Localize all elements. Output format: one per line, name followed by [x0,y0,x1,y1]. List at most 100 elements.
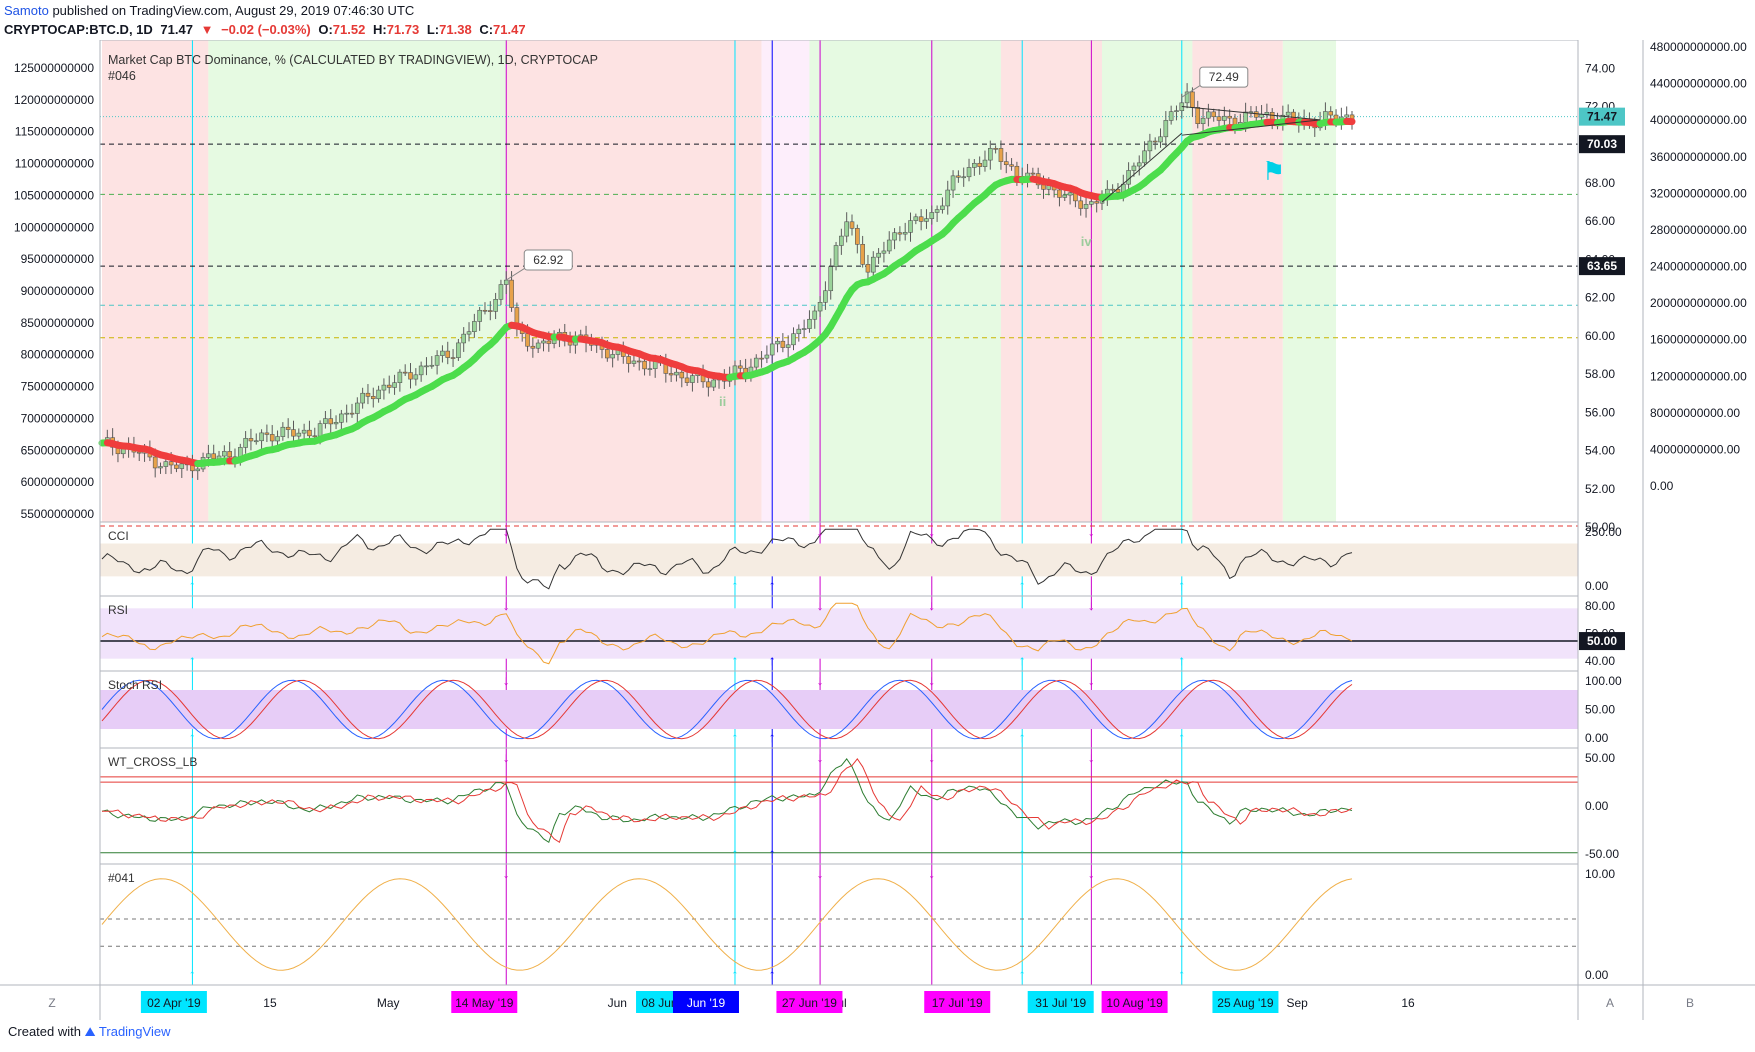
left-axis-tick: 80000000000 [21,348,95,362]
candle-body [711,379,717,388]
time-axis-tick: Jun [608,996,627,1010]
candle-body [918,216,924,222]
regime-zone-6 [1102,40,1193,522]
candle-body [408,372,413,380]
candle-body [886,239,892,252]
publisher-name[interactable]: Samoto [4,3,49,18]
candle-body [152,456,158,469]
candle-body [860,244,865,265]
right-axis-tick: 0.00 [1650,479,1674,493]
candle-body [525,333,530,347]
chart-subtitle: #046 [108,69,136,83]
candle-body [1142,150,1147,164]
candle-body [636,360,642,363]
open-value: 71.52 [332,22,366,37]
candle-body [344,412,349,415]
candle-body [1211,111,1217,118]
candle-body [1269,111,1275,120]
candle-body [285,426,291,430]
pane-title: WT_CROSS_LB [108,755,197,769]
chart-canvas[interactable]: Market Cap BTC Dominance, % (CALCULATED … [0,40,1755,1020]
log-scale-button[interactable]: B [1686,996,1694,1010]
candle-body [259,432,264,442]
price-axis-tick: 58.00 [1585,367,1615,381]
tradingview-link[interactable]: TradingView [99,1024,171,1039]
candle-body [934,209,940,213]
down-arrow-icon: ↓ [928,749,935,765]
right-axis-tick: 200000000000.00 [1650,296,1747,310]
pane-axis-tick: 100.00 [1585,674,1622,688]
date-marker-label: 27 Jun '19 [782,996,837,1010]
candle-body [881,250,887,254]
symbol-label[interactable]: CRYPTOCAP:BTC.D, 1D [4,22,153,37]
candle-body [674,371,679,376]
candle-body [456,342,461,358]
time-axis-tick: 16 [1401,996,1415,1010]
candle-body [253,440,259,443]
candle-body [982,159,988,167]
high-value: 71.73 [386,22,420,37]
candle-body [785,344,791,348]
left-axis-tick: 120000000000 [14,93,94,107]
candle-body [684,377,690,383]
down-arrow-icon: ↓ [1088,597,1095,613]
up-arrow-icon: ↑ [189,845,196,861]
candle-body [849,221,855,229]
candle-body [275,436,280,442]
candle-body [764,354,770,359]
candle-body [897,232,903,235]
candle-body [929,212,935,219]
callout-value: 72.49 [1209,70,1239,84]
candle-body [333,422,339,425]
candle-body [243,438,248,448]
candle-body [812,310,818,320]
candle-body [1253,111,1259,118]
candle-body [546,340,552,344]
candle-body [855,228,860,245]
candle-body [312,435,318,438]
down-arrow-icon: ↓ [1088,749,1095,765]
price-axis-tick: 54.00 [1585,444,1615,458]
candle-body [429,364,435,367]
candle-body [450,357,456,359]
up-arrow-icon: ↑ [1178,652,1185,668]
zoom-button[interactable]: Z [48,996,55,1010]
candle-body [865,264,871,273]
auto-scale-button[interactable]: A [1606,996,1614,1010]
date-marker-label: 02 Apr '19 [147,996,201,1010]
candle-body [317,423,323,437]
candle-body [780,340,786,348]
candle-body [461,333,467,344]
high-label: H: [372,22,387,37]
rsi-badge-text: 50.00 [1587,634,1617,648]
pane-axis-tick: 50.00 [1585,703,1615,717]
candle-body [642,360,647,370]
price-badge-text: 70.03 [1587,137,1617,151]
candle-body [482,309,488,312]
candle-body [966,167,972,178]
price-axis-tick: 66.00 [1585,214,1615,228]
right-axis-tick: 360000000000.00 [1650,150,1747,164]
left-axis-tick: 105000000000 [14,188,94,202]
candle-body [269,434,275,442]
candle-body [902,232,908,235]
candle-body [1131,165,1137,171]
left-axis-tick: 85000000000 [21,316,95,330]
pane-axis-tick: -50.00 [1585,847,1619,861]
footer: Created with ⛰ TradingView [8,1024,170,1040]
candle-body [163,461,169,467]
candle-body [227,451,232,458]
price-badge-text: 71.47 [1587,110,1617,124]
candle-body [1158,136,1163,143]
right-axis-tick: 440000000000.00 [1650,77,1747,91]
down-arrow-icon: ↓ [1088,672,1095,688]
candle-body [626,356,631,364]
pane-axis-tick: 50.00 [1585,751,1615,765]
left-axis-tick: 95000000000 [21,252,95,266]
candle-body [280,426,286,437]
callout-value: 62.92 [533,253,563,267]
up-arrow-icon: ↑ [1019,729,1026,745]
candle-body [950,175,956,191]
time-axis-tick: 15 [263,996,277,1010]
candle-body [823,290,828,303]
